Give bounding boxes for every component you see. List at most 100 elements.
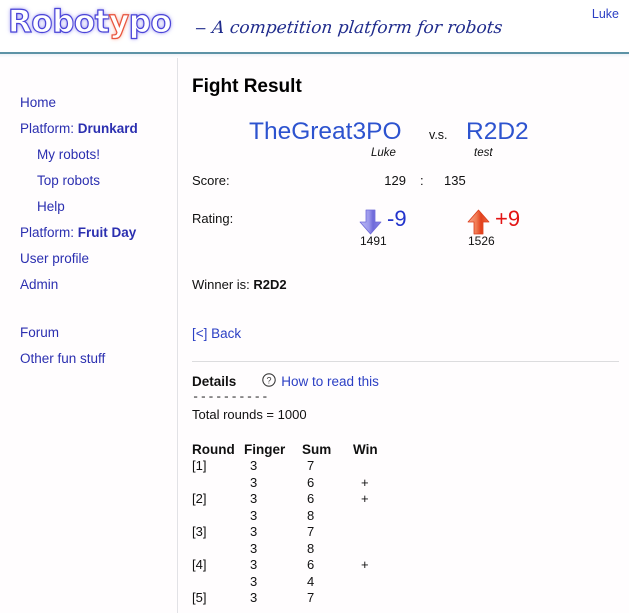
robot-name-right[interactable]: R2D2 — [466, 118, 529, 146]
rounds-cell-round — [192, 475, 244, 492]
rounds-col-header-sum: Sum — [302, 442, 332, 457]
sidebar-item-drunkard[interactable]: Platform: Drunkard — [0, 116, 177, 142]
rating-value-right: 1526 — [468, 234, 495, 248]
sidebar-nav: Home Platform: Drunkard My robots! Top robo… — [0, 58, 178, 613]
rating-row: Rating: -9 1491 +9 1526 — [192, 206, 629, 260]
sidebar-item-forum[interactable]: Forum — [0, 320, 177, 346]
site-logo[interactable]: Robotypo — [7, 3, 172, 40]
sidebar-item-my-robots[interactable]: My robots! — [0, 142, 177, 168]
sidebar-item-label: Home — [20, 95, 57, 110]
details-dash-rule: ---------- — [192, 390, 270, 404]
rounds-cell-finger: 3 — [250, 474, 258, 490]
winner-label: Winner is: — [192, 277, 254, 292]
score-row: Score: 129 : 135 — [192, 170, 629, 194]
rounds-cell-round — [192, 574, 244, 591]
rounds-cell-round: [2] — [192, 491, 207, 506]
robot-owner-left: Luke — [371, 147, 396, 159]
rounds-cell-win — [353, 524, 399, 541]
sidebar-item-label: Platform: — [20, 121, 78, 136]
page-title: Fight Result — [192, 76, 302, 97]
sidebar-item-platform-name: Fruit Day — [77, 225, 137, 240]
table-row: 3 6 + — [192, 475, 399, 492]
robot-name-left[interactable]: TheGreat3PO — [249, 118, 402, 146]
rounds-cell-sum: 6 — [307, 474, 315, 490]
rounds-cell-finger: 3 — [250, 507, 258, 523]
site-header: Robotypo – A competition platform for ro… — [0, 0, 629, 58]
sidebar-item-label: Top robots — [37, 173, 101, 188]
rounds-cell-round — [192, 541, 244, 558]
rounds-cell-win: + — [361, 557, 369, 572]
page-root: Robotypo – A competition platform for ro… — [0, 0, 629, 613]
rounds-cell-sum: 7 — [307, 458, 315, 473]
table-row: [1] 3 7 — [192, 458, 399, 475]
sidebar-item-other-fun-stuff[interactable]: Other fun stuff — [0, 346, 177, 372]
versus-separator: v.s. — [429, 128, 448, 142]
sidebar-item-admin[interactable]: Admin — [0, 272, 177, 298]
logo-letter: o — [150, 3, 172, 40]
sidebar-item-label: Admin — [20, 277, 59, 292]
rounds-header-row: Round Finger Sum Win — [192, 442, 399, 458]
logo-letter: t — [94, 3, 110, 40]
score-label: Score: — [192, 173, 230, 188]
rounds-col-header-win: Win — [353, 442, 378, 457]
sidebar-item-fruit-day[interactable]: Platform: Fruit Day — [0, 220, 177, 246]
rounds-cell-finger: 3 — [250, 540, 258, 556]
rounds-cell-win — [353, 458, 399, 475]
logo-letter: p — [128, 3, 151, 40]
site-tagline: – A competition platform for robots — [195, 18, 503, 38]
how-to-read-link[interactable]: ? How to read this — [262, 373, 379, 390]
rounds-cell-round: [4] — [192, 557, 207, 572]
robot-owner-right: test — [474, 147, 493, 159]
logo-letter: o — [31, 3, 53, 40]
body-wrapper: Home Platform: Drunkard My robots! Top robo… — [0, 58, 629, 613]
sidebar-item-label: Help — [37, 199, 65, 214]
table-row: [5] 3 7 — [192, 590, 399, 607]
table-row: [2] 3 6 + — [192, 491, 399, 508]
rounds-cell-finger: 3 — [250, 524, 258, 539]
rounds-cell-round: [3] — [192, 524, 207, 539]
back-link[interactable]: [<] Back — [192, 326, 241, 341]
winner-row: Winner is: R2D2 — [192, 276, 629, 294]
sidebar-item-label: Forum — [20, 325, 60, 340]
sidebar-item-label: Platform: — [20, 225, 78, 240]
rounds-cell-win — [353, 574, 399, 591]
details-title: Details — [192, 374, 237, 389]
rating-value-left: 1491 — [360, 234, 387, 248]
main-content: Fight Result TheGreat3PO Luke v.s. R2D2 … — [178, 58, 629, 613]
sidebar-item-top-robots[interactable]: Top robots — [0, 168, 177, 194]
rounds-table-body: [1] 3 7 3 6 + [2] 3 6 +3 8 [3] 3 7 3 8 [4] 3 6 +3 4 [5] 3 7 — [192, 458, 399, 607]
rounds-cell-finger: 3 — [250, 573, 258, 589]
sidebar-item-home[interactable]: Home — [0, 90, 177, 116]
sidebar-item-label: User profile — [20, 251, 90, 266]
rounds-cell-win — [353, 508, 399, 525]
details-header: Details ? How to read this — [192, 373, 629, 390]
logo-letter: o — [73, 3, 95, 40]
rounds-cell-sum: 8 — [307, 507, 315, 523]
total-rounds-text: Total rounds = 1000 — [192, 407, 307, 422]
sidebar-item-label: Other fun stuff — [20, 351, 106, 366]
logo-letter: y — [108, 3, 129, 40]
table-row: 38 — [192, 508, 399, 525]
rounds-table-head: Round Finger Sum Win — [192, 442, 399, 458]
rating-label: Rating: — [192, 211, 234, 226]
how-to-read-label: How to read this — [281, 374, 379, 389]
table-row: 38 — [192, 541, 399, 558]
table-row: [4] 3 6 + — [192, 557, 399, 574]
content-divider — [192, 361, 619, 362]
rounds-cell-finger: 3 — [250, 557, 258, 572]
rounds-cell-win — [353, 541, 399, 558]
rounds-cell-round: [1] — [192, 458, 207, 473]
score-value-left: 129 — [384, 173, 406, 188]
sidebar-item-user-profile[interactable]: User profile — [0, 246, 177, 272]
logo-letter: R — [7, 3, 32, 40]
rounds-cell-sum: 7 — [307, 524, 315, 539]
winner-name: R2D2 — [253, 277, 287, 292]
svg-text:?: ? — [267, 375, 272, 385]
sidebar-item-help[interactable]: Help — [0, 194, 177, 220]
current-user-link[interactable]: Luke — [592, 7, 619, 21]
rounds-col-header-finger: Finger — [244, 442, 286, 457]
logo-letter: b — [52, 3, 75, 40]
tagline-text: A competition platform for robots — [211, 18, 504, 38]
score-value-right: 135 — [444, 173, 466, 188]
